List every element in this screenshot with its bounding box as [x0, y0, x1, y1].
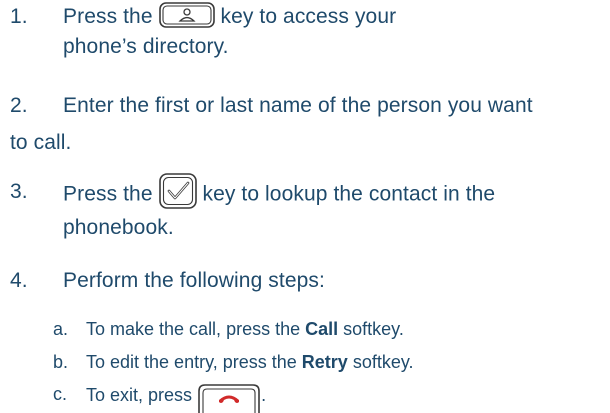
step-text: Press the [63, 182, 153, 206]
substep-letter: a. [53, 319, 69, 339]
step-text: phone’s directory. [63, 35, 229, 58]
instruction-steps: 1. Press the key to access your phone’s … [0, 0, 610, 413]
end-call-key-icon [197, 383, 261, 413]
step-text: Enter the first or last name of the pers… [63, 94, 533, 117]
substep-letter: c. [53, 384, 68, 404]
substep-letter: b. [53, 352, 69, 372]
softkey-label: Retry [301, 352, 348, 372]
softkey-label: Call [305, 319, 339, 339]
substep-text: softkey. [343, 319, 404, 339]
step-text: phonebook. [63, 216, 174, 239]
substep-text: . [261, 384, 267, 405]
checkmark-key-icon [158, 173, 197, 209]
step-number: 3. [10, 180, 28, 203]
person-directory-key-icon [158, 2, 215, 29]
step-text: to call. [10, 131, 72, 154]
step-text: key to access your [220, 5, 397, 28]
substep-text: To exit, press [86, 384, 193, 405]
substep-text: To make the call, press the [86, 319, 301, 339]
step-number: 2. [10, 94, 28, 117]
substep-text: softkey. [352, 352, 414, 372]
substep-text: To edit the entry, press the [86, 352, 297, 372]
step-text: key to lookup the contact in the [202, 182, 496, 206]
step-number: 1. [10, 5, 28, 28]
step-text: Perform the following steps: [63, 269, 325, 292]
step-number: 4. [10, 269, 28, 292]
step-text: Press the [63, 5, 153, 28]
